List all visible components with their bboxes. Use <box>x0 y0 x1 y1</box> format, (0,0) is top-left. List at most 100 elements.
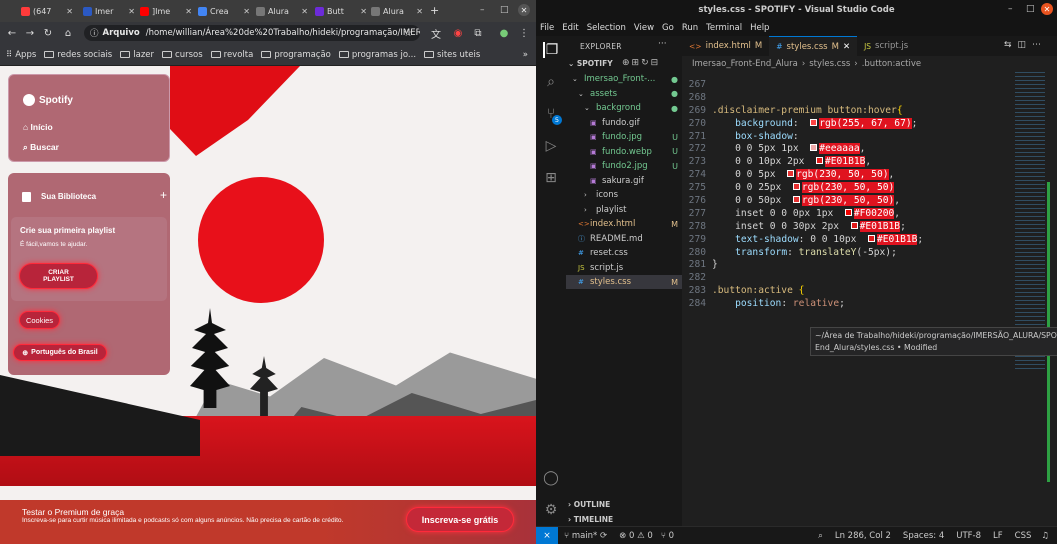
explorer-actions-icon[interactable]: ⊕⊞↻⊟ <box>622 58 660 68</box>
library-icon[interactable] <box>22 192 31 202</box>
extensions-puzzle-icon[interactable]: ⧉ <box>470 25 486 41</box>
menu-view[interactable]: View <box>634 23 654 33</box>
tab-close-icon[interactable]: ✕ <box>360 7 367 16</box>
bookmark-folder[interactable]: programas jo... <box>338 50 416 60</box>
bookmark-folder[interactable]: lazer <box>120 50 154 60</box>
translate-icon[interactable]: 文 <box>428 25 444 41</box>
nav-buscar[interactable]: ⌕ Buscar <box>23 142 59 153</box>
menu-file[interactable]: File <box>540 23 554 33</box>
breadcrumb-item[interactable]: Imersao_Front-End_Alura <box>692 59 798 69</box>
reload-icon[interactable]: ↻ <box>40 25 56 41</box>
workspace-header[interactable]: ⌄ SPOTIFY <box>568 59 613 68</box>
extension-icon[interactable]: ◉ <box>450 25 466 41</box>
library-title[interactable]: Sua Biblioteca <box>41 192 96 201</box>
apps-shortcut[interactable]: ⠿ Apps <box>6 50 36 60</box>
bookmarks-overflow-icon[interactable]: » <box>523 50 528 60</box>
maximize-icon[interactable]: □ <box>1026 4 1035 14</box>
indentation[interactable]: Spaces: 4 <box>903 531 944 541</box>
remote-icon[interactable]: ⨯ <box>536 527 558 544</box>
spotify-logo[interactable]: Spotify <box>23 94 73 106</box>
browser-tab[interactable]: Imer ✕ <box>80 3 138 20</box>
tree-item[interactable]: # reset.css <box>566 246 682 260</box>
explorer-icon[interactable]: ❐ <box>543 42 559 58</box>
tree-item[interactable]: ▣ sakura.gif <box>566 174 682 188</box>
editor-tab[interactable]: <> index.html M <box>682 36 769 56</box>
branch-indicator[interactable]: ⑂ main* ⟳ <box>564 531 607 541</box>
tree-item[interactable]: ⌄ assets ● <box>566 87 682 101</box>
run-debug-icon[interactable]: ▷ <box>543 138 559 154</box>
browser-tab[interactable]: ]Ime ✕ <box>137 3 195 20</box>
tree-item[interactable]: ⓘ README.md <box>566 232 682 246</box>
menu-selection[interactable]: Selection <box>587 23 626 33</box>
bookmark-folder[interactable]: redes sociais <box>44 50 112 60</box>
tree-item[interactable]: ▣ fundo2.jpg U <box>566 159 682 173</box>
browser-tab[interactable]: (647 ✕ <box>18 3 76 20</box>
account-icon[interactable]: ◯ <box>543 470 559 486</box>
editor-actions-icon[interactable]: ⇆◫⋯ <box>1004 40 1047 50</box>
timeline-section[interactable]: › TIMELINE <box>568 515 613 524</box>
source-control-icon[interactable]: ⑂ 5 <box>543 106 562 125</box>
encoding[interactable]: UTF-8 <box>956 531 981 541</box>
close-tab-icon[interactable]: ✕ <box>843 42 850 52</box>
notifications-bell-icon[interactable]: ♫ <box>1041 531 1049 541</box>
minimize-icon[interactable]: – <box>1008 4 1013 14</box>
browser-tab[interactable]: Crea ✕ <box>195 3 253 20</box>
nav-inicio[interactable]: ⌂ Início <box>23 122 53 132</box>
minimize-icon[interactable]: – <box>480 5 485 15</box>
menu-run[interactable]: Run <box>682 23 698 33</box>
extensions-icon[interactable]: ⊞ <box>543 170 559 186</box>
cursor-position[interactable]: Ln 286, Col 2 <box>835 531 891 541</box>
menu-edit[interactable]: Edit <box>562 23 578 33</box>
browser-tab[interactable]: Alura ✕ <box>253 3 311 20</box>
minimap[interactable] <box>1013 72 1057 526</box>
back-icon[interactable]: ← <box>4 25 20 41</box>
tree-item[interactable]: # styles.css M <box>566 275 682 289</box>
search-icon[interactable]: ⌕ <box>543 74 559 90</box>
ports-indicator[interactable]: ⑂ 0 <box>661 531 674 541</box>
editor-tab[interactable]: # styles.css M ✕ <box>769 36 858 56</box>
bookmark-folder[interactable]: programação <box>261 50 331 60</box>
browser-tab[interactable]: Alura ✕ <box>368 3 426 20</box>
tree-item[interactable]: ⌄ backgrond ● <box>566 101 682 115</box>
settings-gear-icon[interactable]: ⚙ <box>543 502 559 518</box>
breadcrumb-item[interactable]: .button:active <box>862 59 921 69</box>
tree-item[interactable]: ⌄ Imersao_Front-... ● <box>566 72 682 86</box>
library-add-icon[interactable]: + <box>160 188 167 202</box>
cookies-button[interactable]: Cookies <box>19 311 60 329</box>
close-window-icon[interactable]: ✕ <box>518 4 530 16</box>
bookmark-folder[interactable]: cursos <box>162 50 203 60</box>
menu-help[interactable]: Help <box>750 23 769 33</box>
tab-close-icon[interactable]: ✕ <box>416 7 423 16</box>
tree-item[interactable]: <> index.html M <box>566 217 682 231</box>
profile-avatar-icon[interactable]: ● <box>496 25 512 41</box>
language-mode[interactable]: CSS <box>1015 531 1032 541</box>
tree-item[interactable]: › icons <box>566 188 682 202</box>
menu-go[interactable]: Go <box>662 23 674 33</box>
code-view[interactable]: 267 268 269 .disclaimer-premium button:hove… <box>682 78 1012 310</box>
tab-close-icon[interactable]: ✕ <box>128 7 135 16</box>
bookmark-star-icon[interactable]: ☆ <box>400 25 416 41</box>
bookmark-folder[interactable]: revolta <box>210 50 253 60</box>
outline-section[interactable]: › OUTLINE <box>568 500 610 509</box>
chrome-menu-icon[interactable]: ⋮ <box>516 25 532 41</box>
address-bar[interactable]: ⓘ Arquivo /home/willian/Área%20de%20Trab… <box>84 25 420 41</box>
tab-close-icon[interactable]: ✕ <box>243 7 250 16</box>
problems-indicator[interactable]: ⊗ 0 ⚠ 0 <box>619 531 653 541</box>
breadcrumb-item[interactable]: styles.css <box>809 59 850 69</box>
forward-icon[interactable]: → <box>22 25 38 41</box>
bookmark-folder[interactable]: sites uteis <box>424 50 480 60</box>
zoom-icon[interactable]: ⌕ <box>818 531 823 541</box>
editor-tab[interactable]: JS script.js <box>857 36 919 56</box>
tab-close-icon[interactable]: ✕ <box>185 7 192 16</box>
tree-item[interactable]: › playlist <box>566 203 682 217</box>
signup-free-button[interactable]: Inscreva-se grátis <box>406 507 514 532</box>
close-window-icon[interactable]: ✕ <box>1041 3 1053 15</box>
tree-item[interactable]: ▣ fundo.webp U <box>566 145 682 159</box>
tree-item[interactable]: ▣ fundo.gif <box>566 116 682 130</box>
end-of-line[interactable]: LF <box>993 531 1003 541</box>
menu-terminal[interactable]: Terminal <box>706 23 742 33</box>
tab-close-icon[interactable]: ✕ <box>66 7 73 16</box>
home-icon[interactable]: ⌂ <box>60 25 76 41</box>
tree-item[interactable]: ▣ fundo.jpg U <box>566 130 682 144</box>
tab-close-icon[interactable]: ✕ <box>301 7 308 16</box>
